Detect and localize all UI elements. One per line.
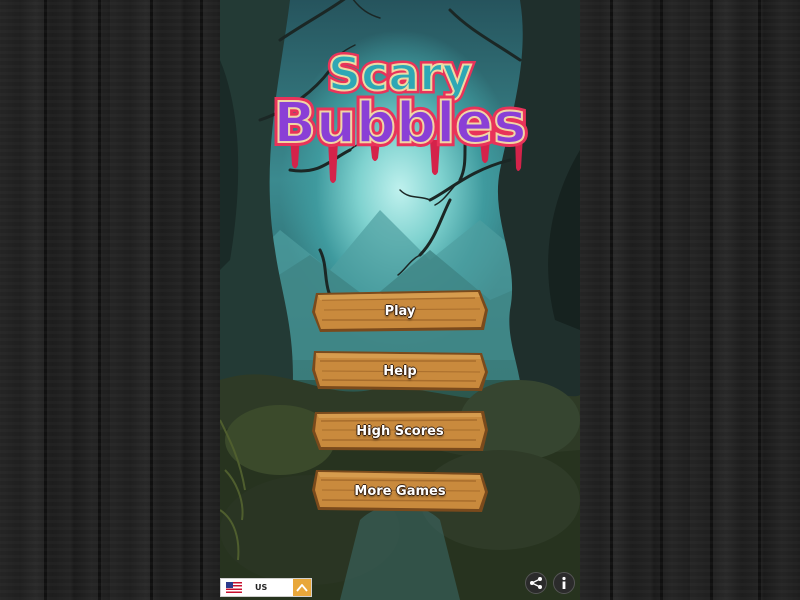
game-title-logo: Scary Scary Bubbles Bubbles [269,44,531,183]
more-games-button[interactable]: More Games [310,468,490,514]
chevron-up-icon [296,583,308,592]
us-flag-icon [226,582,242,593]
share-icon [530,577,542,589]
high-scores-label: High Scores [356,423,444,439]
more-games-label: More Games [354,483,446,499]
left-wood-panel [0,0,220,600]
high-scores-button[interactable]: High Scores [310,408,490,454]
play-label: Play [384,303,416,319]
language-toggle-button[interactable] [293,579,311,596]
right-wood-panel [580,0,800,600]
language-code: US [255,583,268,592]
title-line-2-highlight: Bubbles [273,91,526,156]
language-selector[interactable]: US [220,578,312,597]
help-label: Help [383,363,417,379]
game-canvas: Scary Scary Bubbles Bubbles Play Help Hi… [220,0,580,600]
help-button[interactable]: Help [310,348,490,394]
info-icon [562,576,566,589]
play-button[interactable]: Play [310,288,490,334]
info-button[interactable] [553,572,575,594]
share-button[interactable] [525,572,547,594]
